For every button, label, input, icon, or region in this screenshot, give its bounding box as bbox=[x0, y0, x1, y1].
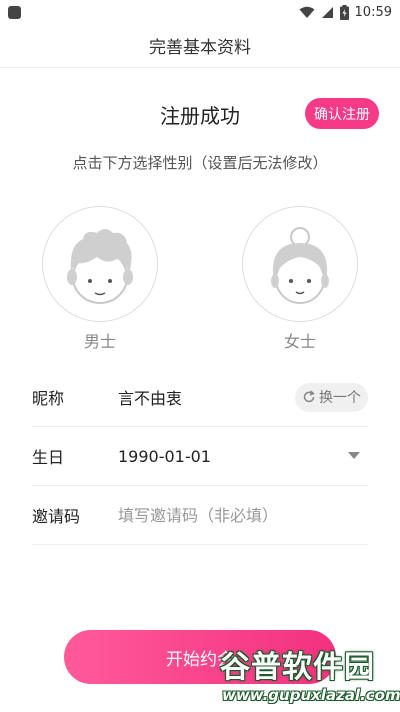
gender-option-female[interactable]: 女士 bbox=[242, 206, 358, 352]
gender-hint: 点击下方选择性别（设置后无法修改） bbox=[72, 154, 328, 172]
refresh-icon bbox=[303, 390, 315, 403]
invite-code-row: 邀请码 bbox=[32, 486, 368, 545]
invite-code-input[interactable] bbox=[118, 505, 368, 525]
watermark-title: 谷普软件园 bbox=[220, 650, 375, 685]
page-title: 完善基本资料 bbox=[0, 24, 400, 68]
nickname-row: 昵称 言不由衷 换一个 bbox=[32, 368, 368, 427]
nickname-label: 昵称 bbox=[32, 389, 65, 408]
change-nickname-button[interactable]: 换一个 bbox=[295, 382, 368, 412]
male-label: 男士 bbox=[83, 332, 116, 351]
gender-option-male[interactable]: 男士 bbox=[42, 206, 158, 352]
invite-code-label: 邀请码 bbox=[32, 507, 81, 526]
notification-app-icon bbox=[8, 5, 21, 19]
male-avatar-icon bbox=[67, 229, 133, 304]
signal-icon bbox=[321, 6, 333, 18]
female-avatar-icon bbox=[271, 227, 329, 304]
nickname-value[interactable]: 言不由衷 bbox=[118, 385, 295, 409]
status-bar: 10:59 bbox=[0, 0, 400, 24]
status-time: 10:59 bbox=[354, 4, 392, 20]
chevron-down-icon[interactable] bbox=[348, 452, 360, 460]
birthday-value[interactable]: 1990-01-01 bbox=[118, 447, 348, 466]
birthday-label: 生日 bbox=[32, 448, 65, 467]
male-avatar[interactable] bbox=[42, 206, 158, 322]
female-label: 女士 bbox=[283, 332, 316, 351]
birthday-row[interactable]: 生日 1990-01-01 bbox=[32, 427, 368, 486]
confirm-register-button[interactable]: 确认注册 bbox=[305, 98, 379, 129]
wifi-icon bbox=[299, 6, 315, 18]
watermark-url: www.gupuxlazal.com bbox=[222, 686, 400, 704]
female-avatar[interactable] bbox=[242, 206, 358, 322]
watermark-logo: 谷普软件园 www.gupuxlazal.com bbox=[218, 642, 400, 712]
battery-icon bbox=[339, 4, 349, 20]
change-nickname-label: 换一个 bbox=[319, 390, 361, 406]
